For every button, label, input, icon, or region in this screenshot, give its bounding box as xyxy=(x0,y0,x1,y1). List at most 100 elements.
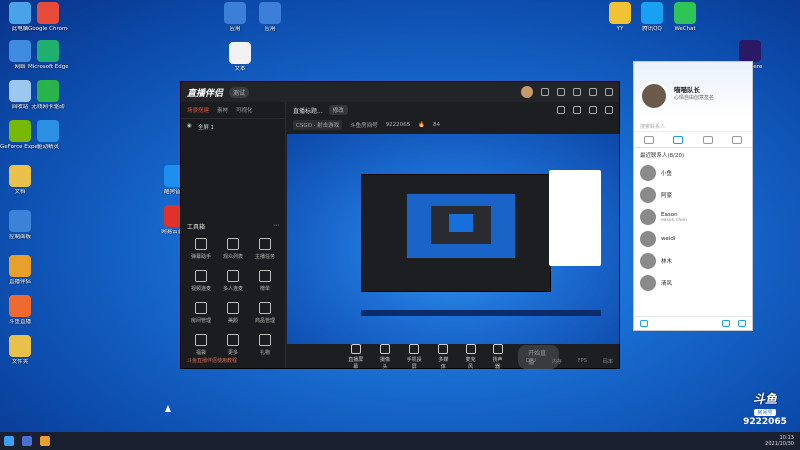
qq-add-icon[interactable] xyxy=(722,320,730,327)
desktop-icon[interactable]: 驱动精灵 xyxy=(28,120,68,150)
qq-signature[interactable]: 心情自由创意签名 xyxy=(674,94,714,101)
yy-icon xyxy=(609,2,631,24)
tool-label: 商品管理 xyxy=(254,318,275,324)
qq-tab-apps[interactable] xyxy=(732,135,743,144)
control-icon xyxy=(465,344,476,354)
tool-item[interactable]: 美颜 xyxy=(217,302,249,324)
preview-app-window xyxy=(361,174,551,292)
tool-item[interactable]: 礼物 xyxy=(249,334,281,356)
desktop-icon[interactable]: 控制面板 xyxy=(0,210,40,240)
preview-taskbar xyxy=(361,310,601,316)
desktop-icon-label: 驱动精灵 xyxy=(36,144,59,150)
minimize-icon[interactable] xyxy=(573,88,581,96)
desktop-icon-label: 应用 xyxy=(229,26,241,32)
user-avatar[interactable] xyxy=(521,86,533,98)
preview-nested-window xyxy=(406,193,516,259)
scene-item[interactable]: ◉ 全屏 1 xyxy=(181,119,285,135)
qq-avatar[interactable] xyxy=(640,82,668,110)
app-titlebar[interactable]: 直播伴侣 测试 xyxy=(181,82,619,102)
close-icon[interactable] xyxy=(605,88,613,96)
taskbar-app-1[interactable] xyxy=(18,432,36,450)
tab-material[interactable]: 素材 xyxy=(217,106,228,114)
tool-item[interactable]: 多人连麦 xyxy=(217,270,249,292)
stream-title[interactable]: 直播标题... xyxy=(293,106,323,115)
desktop-icon[interactable]: 文本 xyxy=(220,42,260,72)
tool-item[interactable]: 更多 xyxy=(217,334,249,356)
qq-panel: 喵喵队长 心情自由创意签名 搜索联系人 最近联系人(8/20) 小鱼 阿豪 Easo… xyxy=(633,61,753,331)
start-button[interactable] xyxy=(0,432,18,450)
tool-item[interactable]: 福袋 xyxy=(185,334,217,356)
tab-scene[interactable]: 场景搭建 xyxy=(187,106,209,114)
preview-nested-window-3 xyxy=(449,214,473,232)
clock[interactable]: 10:13 2021/10/30 xyxy=(765,435,800,448)
desktop-icon[interactable]: Microsoft Edge xyxy=(28,40,68,70)
contact-item[interactable]: 小鱼 xyxy=(634,162,752,184)
contact-avatar xyxy=(640,253,656,269)
tool-item[interactable]: 房间管理 xyxy=(185,302,217,324)
desktop-icon[interactable]: 直播伴侣 xyxy=(0,255,40,285)
contact-item[interactable]: Eason eason chen xyxy=(634,206,752,228)
desktop-icon[interactable]: WeChat xyxy=(665,2,705,32)
qq-contact-list: 小鱼 阿豪 Eason eason chen weidi 林木 清风 xyxy=(634,162,752,294)
lock-icon[interactable] xyxy=(573,106,581,114)
stream-preview[interactable] xyxy=(287,134,619,344)
desktop-icon[interactable]: 文档 xyxy=(0,165,40,195)
tool-item[interactable]: 主播任务 xyxy=(249,238,281,260)
qq-search-input[interactable]: 搜索联系人 xyxy=(634,120,752,132)
desktop-icon[interactable]: 无线网卡驱动 xyxy=(28,80,68,110)
maximize-icon[interactable] xyxy=(589,88,597,96)
record-icon[interactable] xyxy=(589,106,597,114)
qq-tab-contacts[interactable] xyxy=(673,135,684,144)
tool-label: 观众列表 xyxy=(222,254,243,260)
viewer-icon: 🔥 xyxy=(418,122,426,128)
tab-visual[interactable]: 可视化 xyxy=(236,106,253,114)
tool-icon xyxy=(195,302,207,314)
room-label: 斗鱼房间号 xyxy=(350,123,378,129)
desktop-icon-label: 应用 xyxy=(264,26,276,32)
edit-title-button[interactable]: 修改 xyxy=(328,105,348,115)
desktop-icon-label: Microsoft Edge xyxy=(28,64,68,70)
tool-icon xyxy=(259,334,271,346)
tool-item[interactable]: 观众列表 xyxy=(217,238,249,260)
desktop-icon-label: 文件夹 xyxy=(11,359,29,365)
contact-item[interactable]: 清风 xyxy=(634,272,752,294)
tool-item[interactable]: 弹幕助手 xyxy=(185,238,217,260)
contact-avatar xyxy=(640,187,656,203)
message-icon[interactable] xyxy=(557,88,565,96)
folder-icon xyxy=(9,335,31,357)
contact-item[interactable]: weidi xyxy=(634,228,752,250)
desktop-icon-label: Google Chrome xyxy=(28,26,68,32)
app-brand: 直播伴侣 xyxy=(187,88,224,99)
qq-tab-space[interactable] xyxy=(702,135,713,144)
contact-avatar xyxy=(640,231,656,247)
desktop-icon[interactable]: 文件夹 xyxy=(0,335,40,365)
category-tag[interactable]: CSGO · 射击游戏 xyxy=(293,120,343,130)
settings-icon[interactable] xyxy=(541,88,549,96)
desktop-icon[interactable]: Google Chrome xyxy=(28,2,68,32)
desktop-icon[interactable]: 应用 xyxy=(250,2,290,32)
room-number: 9222065 xyxy=(743,417,787,427)
driver-icon xyxy=(37,120,59,142)
desktop-icon[interactable]: 应用 xyxy=(215,2,255,32)
more-tools-icon[interactable]: ⋯ xyxy=(273,222,279,231)
contact-avatar xyxy=(640,275,656,291)
tool-item[interactable]: 视频连麦 xyxy=(185,270,217,292)
share-icon[interactable] xyxy=(605,106,613,114)
contact-item[interactable]: 林木 xyxy=(634,250,752,272)
qq-menu-icon[interactable] xyxy=(640,320,648,327)
tutorial-link[interactable]: 斗鱼直播伴侣使用教程 xyxy=(187,357,237,364)
taskbar-app-2[interactable] xyxy=(36,432,54,450)
contact-item[interactable]: 阿豪 xyxy=(634,184,752,206)
qq-group-header[interactable]: 最近联系人(8/20) xyxy=(634,148,752,162)
gift-icon[interactable] xyxy=(557,106,565,114)
desktop-icon[interactable]: 斗鱼直播 xyxy=(0,295,40,325)
douyu-icon xyxy=(9,295,31,317)
mouse-cursor-icon xyxy=(165,405,171,412)
tool-item[interactable]: 商品管理 xyxy=(249,302,281,324)
tool-item[interactable]: 榜单 xyxy=(249,270,281,292)
control-icon xyxy=(492,344,503,354)
qq-settings-icon[interactable] xyxy=(738,320,746,327)
eye-icon[interactable]: ◉ xyxy=(187,123,192,131)
qq-tab-message[interactable] xyxy=(643,135,654,144)
room-label: 房间号 xyxy=(754,409,776,416)
